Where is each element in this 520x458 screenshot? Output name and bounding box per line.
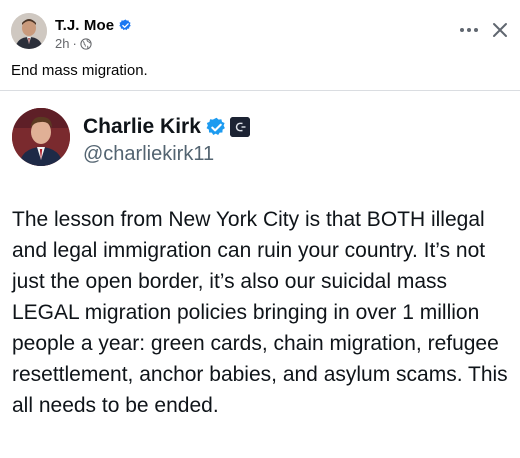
more-horizontal-icon[interactable] (456, 22, 482, 38)
tweet-author-row: Charlie Kirk (83, 114, 250, 140)
tweet-author-avatar[interactable] (12, 108, 70, 166)
post-timestamp[interactable]: 2h (55, 36, 69, 51)
author-name[interactable]: T.J. Moe (55, 17, 114, 34)
tweet-author-name[interactable]: Charlie Kirk (83, 115, 201, 139)
verified-badge-icon (206, 117, 227, 138)
close-icon[interactable] (489, 19, 511, 41)
meta-separator: · (72, 36, 77, 51)
tweet-author-handle[interactable]: @charliekirk11 (83, 143, 214, 166)
post-text: End mass migration. (11, 62, 148, 79)
tweet-text: The lesson from New York City is that BO… (12, 208, 508, 417)
globe-icon[interactable] (80, 37, 92, 50)
author-row: T.J. Moe (55, 16, 132, 34)
post-header: T.J. Moe 2h · (0, 0, 520, 58)
embedded-tweet[interactable]: Charlie Kirk @charliekirk11 The lesson f… (0, 90, 520, 458)
avatar-image (11, 13, 47, 49)
affiliate-badge-icon[interactable] (229, 117, 250, 137)
avatar[interactable] (11, 13, 47, 49)
tweet-avatar-image (12, 108, 70, 166)
verified-badge-icon (119, 18, 132, 32)
post-meta: 2h · (55, 36, 92, 51)
